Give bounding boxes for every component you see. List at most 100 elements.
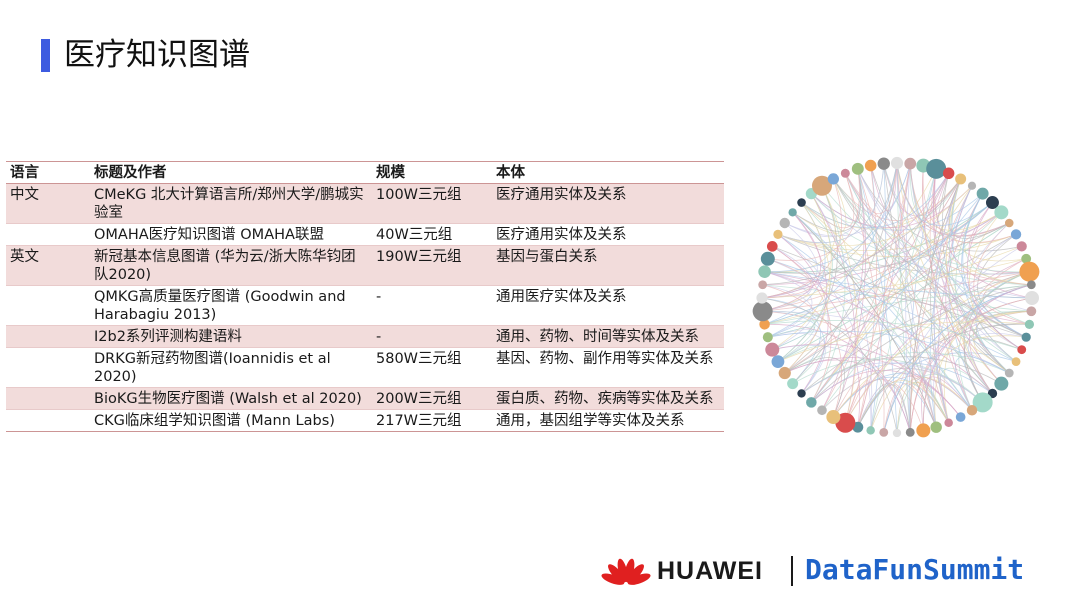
graph-node: [1010, 229, 1022, 240]
cell-title: CMeKG 北大计算语言所/郑州大学/鹏城实验室: [90, 183, 372, 224]
graph-node: [788, 208, 797, 217]
cell-scale: 40W三元组: [372, 223, 492, 246]
graph-node: [994, 376, 1009, 391]
graph-node: [817, 405, 827, 416]
cell-ontology: 医疗通用实体及关系: [492, 223, 724, 246]
column-header-language: 语言: [6, 161, 90, 184]
graph-node: [892, 428, 902, 438]
graph-node: [1019, 261, 1040, 282]
knowledge-graph-table: 语言 标题及作者 规模 本体 中文 CMeKG 北大计算语言所/郑州大学/鹏城实验…: [6, 161, 724, 432]
huawei-logo-icon: [601, 558, 651, 585]
brand-name: HUAWEI: [657, 557, 763, 585]
cell-language: [6, 223, 90, 246]
graph-node: [967, 181, 977, 190]
graph-node: [797, 198, 806, 207]
graph-node: [904, 157, 917, 170]
table-row: I2b2系列评测构建语料 - 通用、药物、时间等实体及关系: [6, 325, 724, 348]
cell-ontology: 基因、药物、副作用等实体及关系: [492, 347, 724, 388]
graph-node: [942, 167, 955, 179]
column-header-scale: 规模: [372, 161, 492, 184]
graph-node: [926, 158, 947, 179]
table-header-row: 语言 标题及作者 规模 本体: [6, 161, 724, 184]
graph-node: [1025, 291, 1039, 305]
event-name: DataFunSummit: [805, 553, 1025, 586]
cell-language: [6, 387, 90, 410]
graph-node: [866, 426, 875, 435]
graph-node: [930, 421, 942, 433]
cell-title: I2b2系列评测构建语料: [90, 325, 372, 348]
graph-node: [760, 251, 775, 266]
table-row: CKG临床组学知识图谱 (Mann Labs) 217W三元组 通用，基因组学等实体…: [6, 409, 724, 432]
graph-node: [955, 173, 967, 185]
graph-node: [797, 389, 806, 398]
graph-node: [778, 366, 791, 380]
slide-title: 医疗知识图谱: [64, 37, 250, 73]
cell-language: [6, 347, 90, 388]
graph-node: [1017, 345, 1027, 355]
table-row: DRKG新冠药物图谱(Ioannidis et al 2020) 580W三元组基…: [6, 347, 724, 388]
cell-title: CKG临床组学知识图谱 (Mann Labs): [90, 409, 372, 432]
graph-node: [864, 159, 877, 172]
cell-language: 英文: [6, 245, 90, 286]
column-header-title: 标题及作者: [90, 161, 372, 184]
cell-title: BioKG生物医疗图谱 (Walsh et al 2020): [90, 387, 372, 410]
cell-title: OMAHA医疗知识图谱 OMAHA联盟: [90, 223, 372, 246]
graph-node: [994, 205, 1009, 220]
graph-node: [851, 162, 864, 175]
table-row: QMKG高质量医疗图谱 (Goodwin and Harabagiu 2013)…: [6, 285, 724, 326]
graph-node: [771, 355, 785, 369]
table-row: 英文 新冠基本信息图谱 (华为云/浙大陈华钧团队2020) 190W三元组 基因与蛋白…: [6, 245, 724, 286]
graph-node: [955, 412, 966, 422]
graph-node: [1026, 306, 1037, 317]
table-row: 中文 CMeKG 北大计算语言所/郑州大学/鹏城实验室 100W三元组 医疗通用实体及…: [6, 183, 724, 224]
graph-node: [1024, 319, 1035, 329]
column-header-ontology: 本体: [492, 161, 724, 184]
graph-node: [966, 405, 978, 416]
cell-scale: -: [372, 325, 492, 348]
cell-title: DRKG新冠药物图谱(Ioannidis et al 2020): [90, 347, 372, 388]
cell-language: [6, 325, 90, 348]
graph-node: [879, 427, 889, 437]
cell-language: [6, 285, 90, 326]
cell-ontology: 通用，基因组学等实体及关系: [492, 409, 724, 432]
graph-node: [762, 332, 773, 343]
title-accent-bar: [41, 39, 50, 72]
graph-node: [1004, 368, 1014, 378]
graph-node: [905, 427, 915, 437]
cell-ontology: 基因与蛋白关系: [492, 245, 724, 286]
cell-language: [6, 409, 90, 432]
graph-node: [752, 301, 773, 322]
cell-language: 中文: [6, 183, 90, 224]
graph-node: [877, 157, 890, 170]
graph-node: [916, 423, 931, 438]
table-row: BioKG生物医疗图谱 (Walsh et al 2020) 200W三元组 蛋白质…: [6, 387, 724, 410]
graph-node: [758, 265, 771, 278]
cell-scale: 217W三元组: [372, 409, 492, 432]
graph-node: [944, 418, 953, 427]
footer-divider: [791, 556, 793, 586]
cell-ontology: 蛋白质、药物、疾病等实体及关系: [492, 387, 724, 410]
graph-node: [756, 292, 768, 304]
cell-ontology: 通用医疗实体及关系: [492, 285, 724, 326]
graph-node: [826, 410, 841, 425]
graph-node: [827, 173, 839, 185]
graph-node: [766, 241, 778, 252]
graph-node: [1016, 241, 1027, 252]
graph-node: [779, 217, 790, 229]
cell-scale: 200W三元组: [372, 387, 492, 410]
cell-scale: 190W三元组: [372, 245, 492, 286]
graph-node: [787, 378, 799, 390]
graph-node: [840, 168, 850, 178]
graph-node: [1021, 332, 1031, 342]
knowledge-graph-visualization: [732, 118, 1062, 478]
graph-node: [890, 156, 904, 170]
cell-scale: 100W三元组: [372, 183, 492, 224]
chord-graph: [752, 156, 1040, 438]
graph-node: [1011, 357, 1021, 367]
cell-title: QMKG高质量医疗图谱 (Goodwin and Harabagiu 2013): [90, 285, 372, 326]
cell-scale: 580W三元组: [372, 347, 492, 388]
graph-node: [1026, 280, 1036, 290]
table-row: OMAHA医疗知识图谱 OMAHA联盟 40W三元组 医疗通用实体及关系: [6, 223, 724, 246]
graph-node: [1004, 218, 1014, 228]
cell-ontology: 医疗通用实体及关系: [492, 183, 724, 224]
